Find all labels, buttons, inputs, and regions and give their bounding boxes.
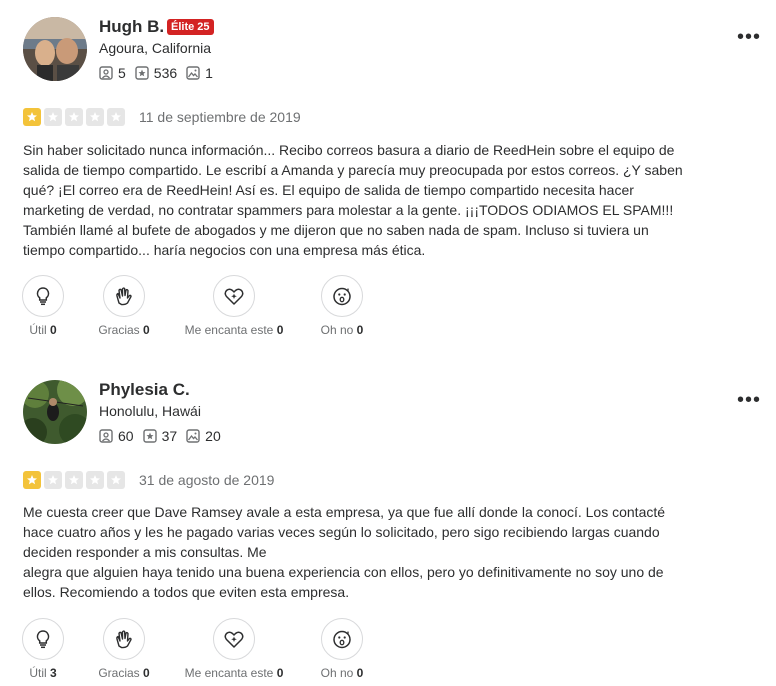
user-location: Agoura, California <box>99 40 212 56</box>
review-paragraph: Me cuesta creer que Dave Ramsey avale a … <box>23 504 666 560</box>
review-text: Me cuesta creer que Dave Ramsey avale a … <box>23 502 683 602</box>
friends-icon <box>99 429 113 443</box>
review-text: Sin haber solicitado nunca información..… <box>23 140 683 260</box>
star-icon <box>23 471 41 489</box>
thanks-label: Gracias 0 <box>98 323 150 337</box>
reviews-stat: 536 <box>135 65 177 81</box>
reaction-thanks: Gracias 0 <box>94 275 154 337</box>
photo-icon <box>186 66 200 80</box>
review-date: 11 de septiembre de 2019 <box>139 109 301 125</box>
more-options-button[interactable]: ••• <box>737 390 761 410</box>
review-date: 31 de agosto de 2019 <box>139 472 275 488</box>
avatar[interactable] <box>23 380 87 444</box>
elite-badge: Élite 25 <box>167 19 214 35</box>
star-icon <box>86 108 104 126</box>
reviews-count: 37 <box>161 428 178 444</box>
lightbulb-icon <box>36 630 50 649</box>
love-label: Me encanta este 0 <box>184 666 284 680</box>
user-location: Honolulu, Hawái <box>99 403 201 419</box>
reaction-love: Me encanta este 0 <box>176 275 292 337</box>
heart-sparkle-icon <box>224 631 244 648</box>
reaction-useful: Útil 0 <box>21 275 65 337</box>
shocked-face-icon <box>333 630 351 649</box>
reaction-oh-no: Oh no 0 <box>314 618 370 680</box>
lightbulb-icon <box>36 287 50 306</box>
thanks-button[interactable] <box>103 275 145 317</box>
star-icon <box>107 471 125 489</box>
user-stats: 60 37 20 <box>99 428 230 444</box>
reaction-useful: Útil 3 <box>21 618 65 680</box>
reviews-count: 536 <box>153 65 178 81</box>
review-paragraph: Sin haber solicitado nunca información..… <box>23 142 683 258</box>
photos-count: 1 <box>205 65 213 81</box>
rating-stars <box>23 108 128 126</box>
star-icon <box>86 471 104 489</box>
love-label: Me encanta este 0 <box>184 323 284 337</box>
star-icon <box>65 108 83 126</box>
friends-count: 60 <box>118 428 134 444</box>
useful-label: Útil 0 <box>29 323 57 337</box>
useful-button[interactable] <box>22 275 64 317</box>
photo-icon <box>186 429 200 443</box>
star-icon <box>44 108 62 126</box>
user-name[interactable]: Hugh B. <box>99 17 164 37</box>
friends-stat: 5 <box>99 65 126 81</box>
reaction-love: Me encanta este 0 <box>176 618 292 680</box>
shocked-face-icon <box>333 287 351 306</box>
heart-sparkle-icon <box>224 288 244 305</box>
thanks-button[interactable] <box>103 618 145 660</box>
photos-stat: 1 <box>186 65 213 81</box>
love-button[interactable] <box>213 618 255 660</box>
clapping-hands-icon <box>116 287 132 306</box>
review-star-icon <box>142 429 157 443</box>
thanks-label: Gracias 0 <box>98 666 150 680</box>
friends-count: 5 <box>118 65 126 81</box>
reviews-stat: 37 <box>142 428 178 444</box>
more-options-button[interactable]: ••• <box>737 27 761 47</box>
review-paragraph: alegra que alguien haya tenido una buena… <box>23 564 664 600</box>
reaction-thanks: Gracias 0 <box>94 618 154 680</box>
oh-no-button[interactable] <box>321 275 363 317</box>
friends-icon <box>99 66 113 80</box>
rating-stars <box>23 471 128 489</box>
avatar[interactable] <box>23 17 87 81</box>
useful-button[interactable] <box>22 618 64 660</box>
useful-label: Útil 3 <box>29 666 57 680</box>
love-button[interactable] <box>213 275 255 317</box>
oh-no-button[interactable] <box>321 618 363 660</box>
oh-no-label: Oh no 0 <box>320 323 364 337</box>
photos-count: 20 <box>205 428 221 444</box>
oh-no-label: Oh no 0 <box>320 666 364 680</box>
user-name[interactable]: Phylesia C. <box>99 380 190 400</box>
reaction-oh-no: Oh no 0 <box>314 275 370 337</box>
star-icon <box>44 471 62 489</box>
star-icon <box>107 108 125 126</box>
review-star-icon <box>135 66 149 80</box>
friends-stat: 60 <box>99 428 134 444</box>
star-icon <box>23 108 41 126</box>
clapping-hands-icon <box>116 630 132 649</box>
user-stats: 5 536 1 <box>99 65 222 81</box>
star-icon <box>65 471 83 489</box>
photos-stat: 20 <box>186 428 221 444</box>
